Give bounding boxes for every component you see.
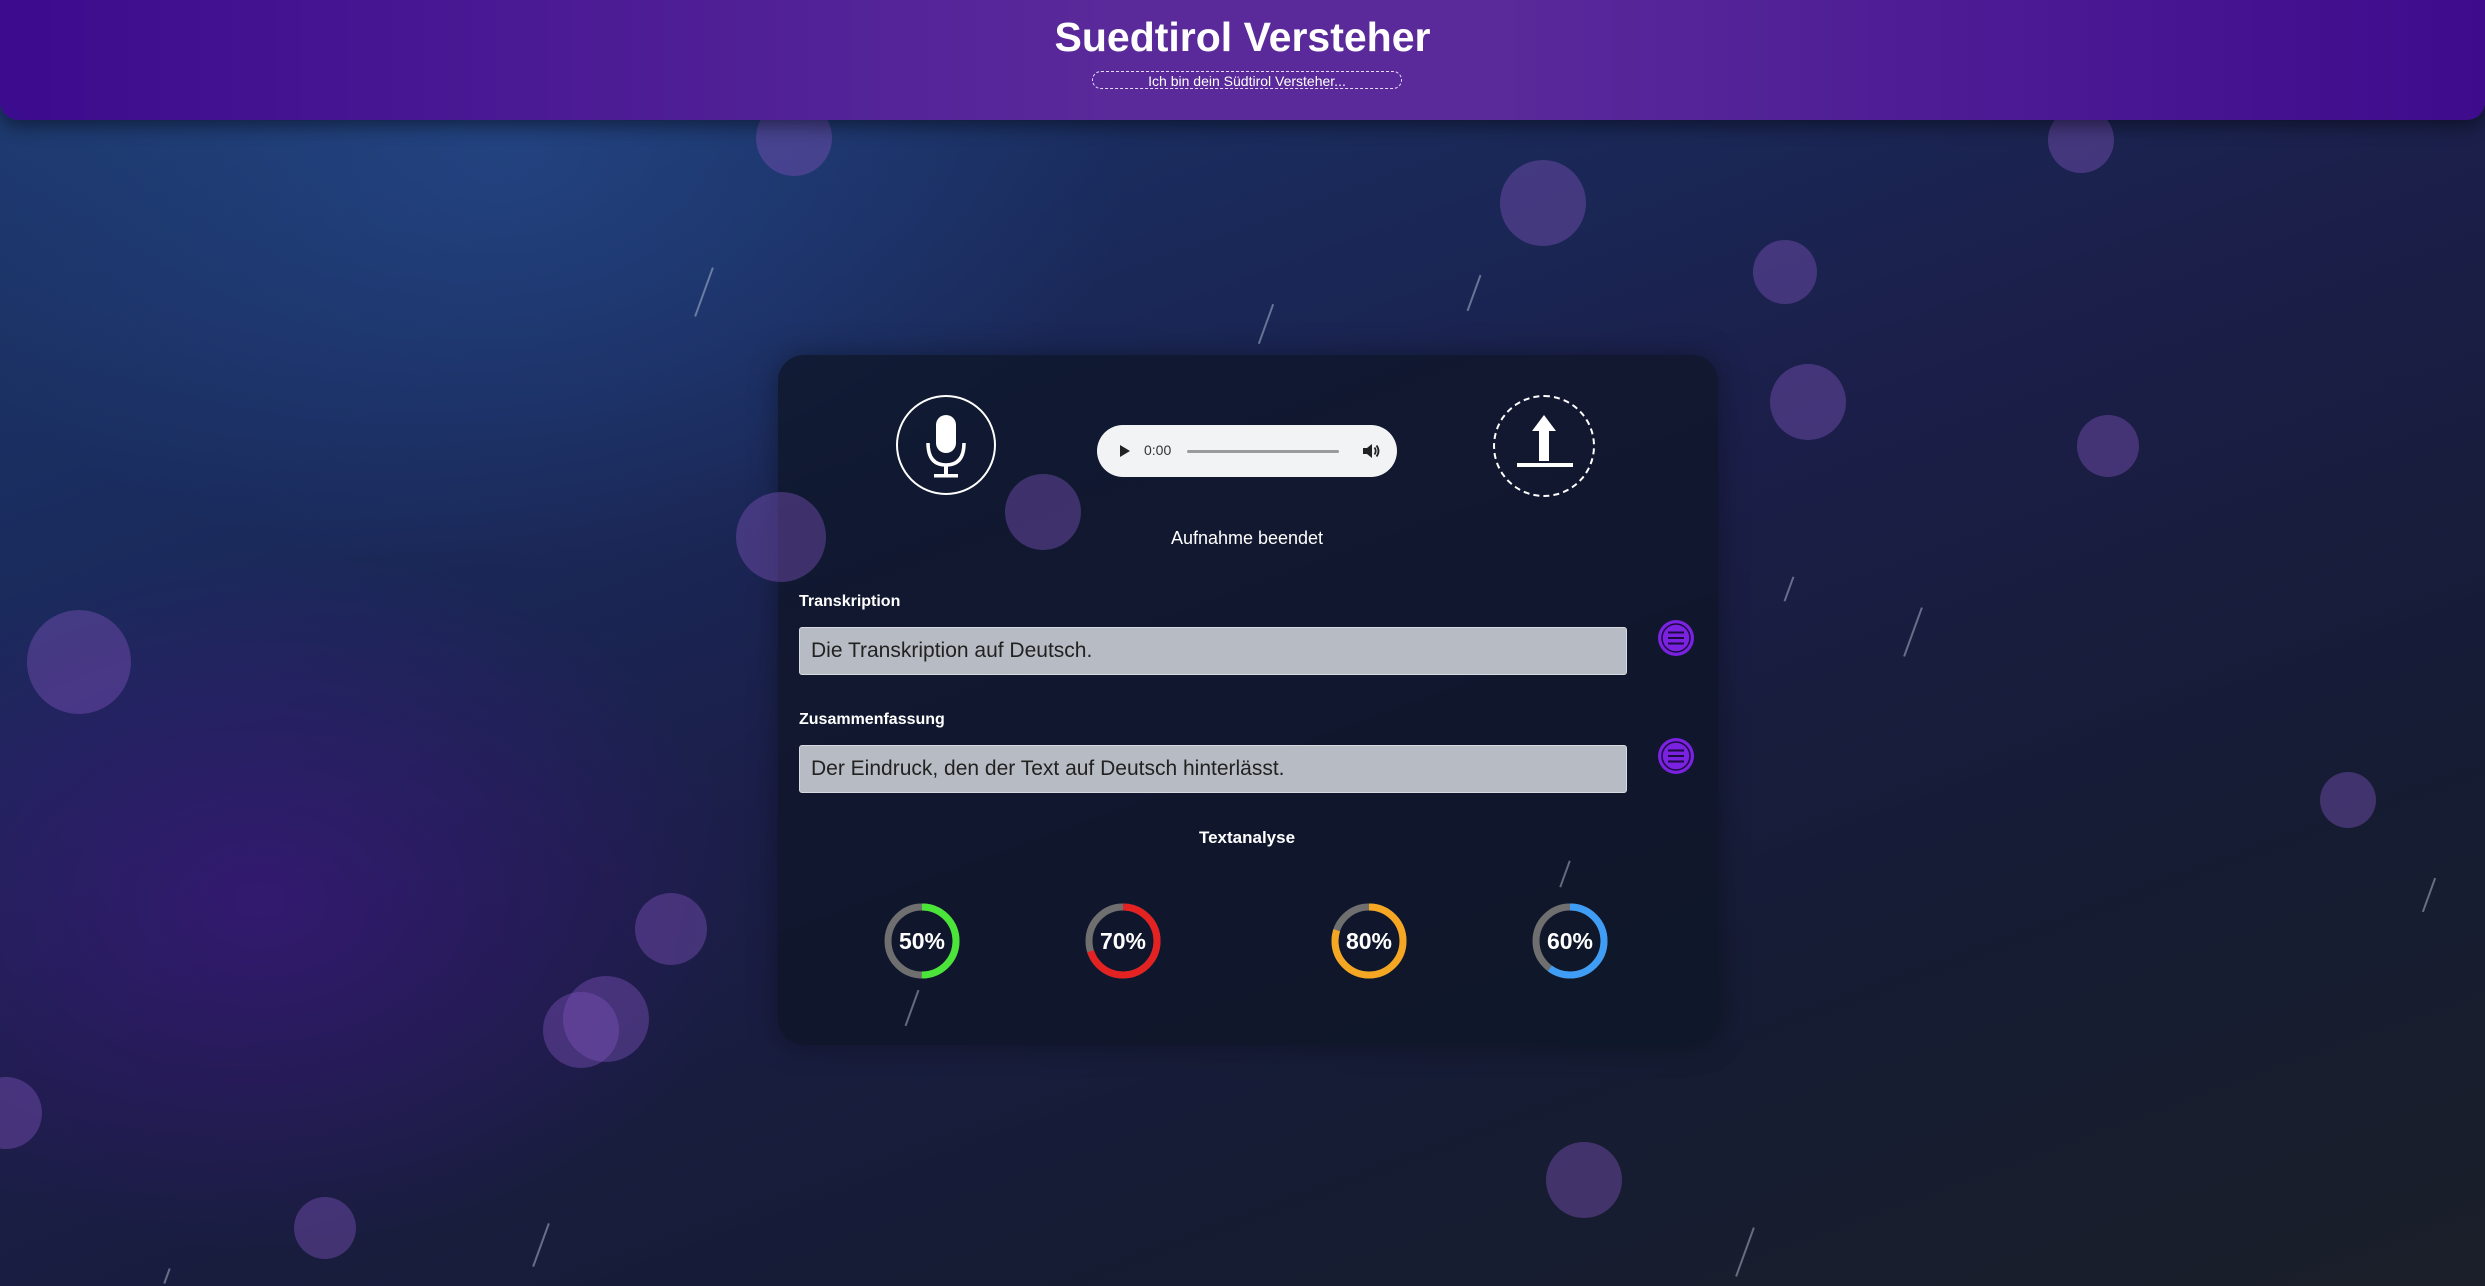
list-icon — [1661, 741, 1691, 771]
decorative-bubble — [543, 992, 619, 1068]
recording-status: Aufnahme beendet — [1170, 528, 1324, 548]
decorative-bubble — [27, 610, 131, 714]
decorative-rain-streak — [1466, 274, 1482, 312]
transcription-label: Transkription — [799, 593, 901, 610]
list-icon — [1661, 623, 1691, 653]
analysis-gauge-1: 50% — [883, 902, 961, 980]
summary-field[interactable]: Der Eindruck, den der Text auf Deutsch h… — [799, 745, 1627, 793]
decorative-rain-streak — [1735, 1227, 1755, 1277]
upload-button[interactable] — [1493, 395, 1595, 497]
gauge-value: 80% — [1345, 928, 1393, 954]
microphone-icon — [926, 415, 966, 478]
analysis-gauge-4: 60% — [1531, 902, 1609, 980]
decorative-bubble — [294, 1197, 356, 1259]
decorative-bubble — [0, 1077, 42, 1149]
upload-icon — [1517, 415, 1573, 467]
audio-player[interactable]: 0:00 — [1097, 425, 1397, 477]
volume-icon[interactable] — [1361, 441, 1381, 461]
summary-label: Zusammenfassung — [799, 711, 945, 728]
decorative-rain-streak — [163, 1268, 171, 1284]
decorative-rain-streak — [1257, 303, 1275, 345]
audio-time: 0:00 — [1144, 442, 1172, 458]
gauge-value: 50% — [898, 928, 946, 954]
decorative-bubble — [736, 492, 826, 582]
gauge-value: 70% — [1099, 928, 1147, 954]
analysis-title: Textanalyse — [1198, 828, 1296, 847]
record-button[interactable] — [896, 395, 996, 495]
transcription-menu-button[interactable] — [1658, 620, 1694, 656]
decorative-rain-streak — [2421, 877, 2437, 913]
app-header: Suedtirol Versteher Ich bin dein Südtiro… — [0, 0, 2485, 120]
decorative-bubble — [2077, 415, 2139, 477]
decorative-bubble — [2320, 772, 2376, 828]
decorative-bubble — [635, 893, 707, 965]
page-title: Suedtirol Versteher — [1054, 14, 1431, 60]
decorative-bubble — [1005, 474, 1081, 550]
decorative-rain-streak — [1903, 607, 1923, 657]
decorative-bubble — [1770, 364, 1846, 440]
audio-progress-track[interactable] — [1187, 450, 1339, 453]
summary-menu-button[interactable] — [1658, 738, 1694, 774]
decorative-bubble — [1500, 160, 1586, 246]
decorative-bubble — [1546, 1142, 1622, 1218]
play-icon[interactable] — [1117, 442, 1133, 460]
decorative-rain-streak — [1783, 576, 1795, 602]
decorative-rain-streak — [694, 267, 714, 317]
gauge-value: 60% — [1546, 928, 1594, 954]
transcription-field[interactable]: Die Transkription auf Deutsch. — [799, 627, 1627, 675]
analysis-gauge-2: 70% — [1084, 902, 1162, 980]
decorative-bubble — [1753, 240, 1817, 304]
analysis-gauge-3: 80% — [1330, 902, 1408, 980]
decorative-rain-streak — [532, 1223, 550, 1267]
page-subtitle: Ich bin dein Südtirol Versteher... — [1092, 71, 1402, 89]
